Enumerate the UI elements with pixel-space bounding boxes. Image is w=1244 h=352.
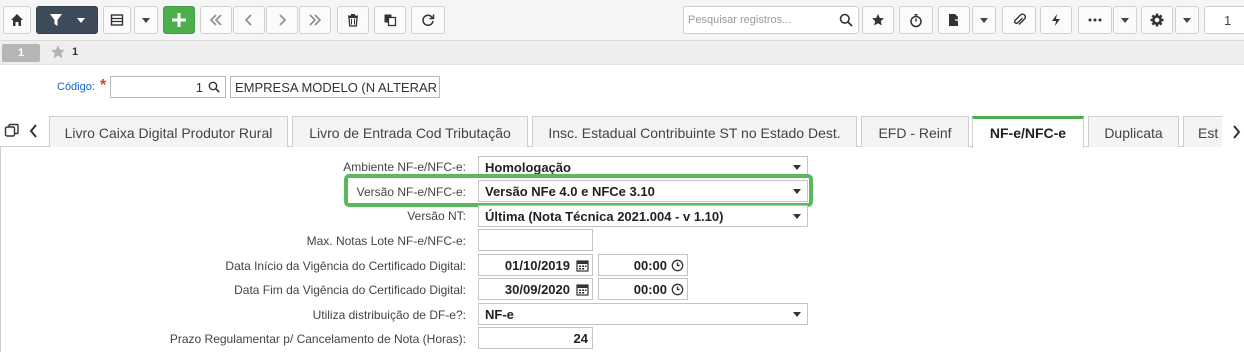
trash-icon: [348, 14, 358, 27]
utiliza-dfe-value: NF-e: [485, 307, 514, 322]
home-icon: [11, 14, 23, 26]
first-record-button[interactable]: [200, 6, 232, 34]
last-record-button[interactable]: [299, 6, 331, 34]
grid-icon: [110, 14, 124, 26]
actions-button[interactable]: [1040, 6, 1072, 34]
chevron-down-icon: [793, 165, 801, 170]
more-button[interactable]: [1078, 6, 1112, 34]
timer-button[interactable]: [899, 6, 933, 34]
copy-button[interactable]: [374, 6, 406, 34]
paperclip-icon: [1014, 13, 1026, 25]
clock-icon[interactable]: [671, 283, 684, 296]
next-icon: [279, 14, 287, 26]
chevron-right-icon: [1233, 125, 1241, 139]
delete-button[interactable]: [337, 6, 369, 34]
add-button[interactable]: [163, 6, 195, 34]
export-dropdown[interactable]: [972, 6, 996, 34]
tab-livro-caixa[interactable]: Livro Caixa Digital Produtor Rural: [49, 116, 288, 147]
inicio-vigencia-date-value: 01/10/2019: [504, 258, 570, 273]
prazo-label: Prazo Regulamentar p/ Cancelamento de No…: [169, 332, 466, 346]
toolbar: 1: [0, 0, 1244, 41]
plus-icon: [172, 13, 186, 27]
chevron-down-icon: [793, 312, 801, 317]
clock-icon[interactable]: [671, 259, 684, 272]
tab-duplicata[interactable]: Duplicata: [1088, 116, 1179, 147]
ambiente-label: Ambiente NF-e/NFC-e:: [343, 160, 466, 174]
tab-insc-estadual[interactable]: Insc. Estadual Contribuinte ST no Estado…: [532, 116, 857, 147]
empresa-name-field[interactable]: EMPRESA MODELO (N ALTERAR: [230, 76, 440, 98]
required-mark: *: [100, 77, 107, 94]
record-id: 1: [72, 46, 79, 58]
more-icon: [1088, 18, 1102, 22]
calendar-icon[interactable]: [576, 283, 589, 296]
search-icon[interactable]: [839, 13, 853, 27]
refresh-button[interactable]: [411, 6, 445, 34]
grid-view-dropdown[interactable]: [134, 6, 158, 34]
chevron-down-icon: [142, 17, 150, 23]
page-number-input[interactable]: 1: [1204, 6, 1244, 34]
attachment-button[interactable]: [1002, 6, 1036, 34]
first-icon: [209, 14, 222, 26]
max-notas-label: Max. Notas Lote NF-e/NFC-e:: [306, 234, 466, 248]
ambiente-value: Homologação: [485, 160, 571, 175]
fim-vigencia-time-value: 00:00: [633, 282, 667, 297]
search-input[interactable]: [684, 8, 834, 32]
prazo-input[interactable]: 24: [478, 327, 593, 349]
utiliza-dfe-select[interactable]: NF-e: [478, 303, 808, 325]
chevron-down-icon: [793, 214, 801, 219]
tab-scroll-right[interactable]: [1222, 116, 1244, 147]
timer-icon: [910, 13, 922, 27]
filter-icon: [50, 14, 62, 26]
windows-icon[interactable]: [4, 123, 20, 139]
favorite-button[interactable]: [862, 6, 894, 34]
search-box: [683, 6, 859, 34]
tab-nfe-nfce[interactable]: NF-e/NFC-e: [972, 116, 1084, 148]
fim-vigencia-date[interactable]: 30/09/2020: [478, 278, 593, 300]
versao-nt-select[interactable]: Última (Nota Técnica 2021.004 - v 1.10): [478, 205, 808, 227]
record-strip: 1 1: [0, 41, 1244, 65]
previous-record-button[interactable]: [233, 6, 265, 34]
next-record-button[interactable]: [266, 6, 298, 34]
inicio-vigencia-time[interactable]: 00:00: [598, 254, 688, 276]
tab-livro-entrada[interactable]: Livro de Entrada Cod Tributação: [292, 116, 528, 147]
refresh-icon: [422, 14, 435, 27]
settings-button[interactable]: [1141, 6, 1173, 34]
versao-nt-value: Última (Nota Técnica 2021.004 - v 1.10): [485, 209, 724, 224]
filter-button[interactable]: [36, 6, 98, 34]
chevron-down-icon: [77, 17, 85, 23]
export-icon: [949, 14, 961, 26]
fim-vigencia-label: Data Fim da Vigência do Certificado Digi…: [234, 283, 466, 297]
prev-icon: [244, 14, 252, 26]
calendar-icon[interactable]: [576, 259, 589, 272]
tab-est[interactable]: Est: [1183, 116, 1223, 147]
lightning-icon: [1052, 14, 1060, 26]
settings-dropdown[interactable]: [1175, 6, 1199, 34]
star-icon[interactable]: [50, 44, 66, 60]
chevron-left-icon[interactable]: [28, 123, 40, 139]
fim-vigencia-time[interactable]: 00:00: [598, 278, 688, 300]
grid-view-button[interactable]: [103, 6, 131, 34]
last-icon: [309, 14, 322, 26]
inicio-vigencia-label: Data Início da Vigência do Certificado D…: [225, 259, 466, 273]
star-icon: [872, 14, 884, 26]
tab-efd-reinf[interactable]: EFD - Reinf: [861, 116, 969, 147]
codigo-label: Código:: [57, 81, 95, 93]
chevron-down-icon: [980, 17, 988, 23]
gear-icon: [1150, 13, 1164, 27]
copy-icon: [384, 14, 397, 27]
utiliza-dfe-label: Utiliza distribuição de DF-e?:: [312, 308, 466, 322]
inicio-vigencia-date[interactable]: 01/10/2019: [478, 254, 593, 276]
highlight-box: [344, 174, 813, 207]
chevron-down-icon: [1121, 17, 1129, 23]
versao-nt-label: Versão NT:: [407, 209, 466, 223]
more-dropdown[interactable]: [1113, 6, 1137, 34]
home-button[interactable]: [3, 6, 31, 34]
chevron-down-icon: [1183, 17, 1191, 23]
record-badge[interactable]: 1: [2, 44, 40, 62]
export-button[interactable]: [938, 6, 970, 34]
max-notas-input[interactable]: [478, 229, 593, 251]
search-icon[interactable]: [208, 81, 220, 93]
fim-vigencia-date-value: 30/09/2020: [504, 282, 570, 297]
inicio-vigencia-time-value: 00:00: [633, 258, 667, 273]
